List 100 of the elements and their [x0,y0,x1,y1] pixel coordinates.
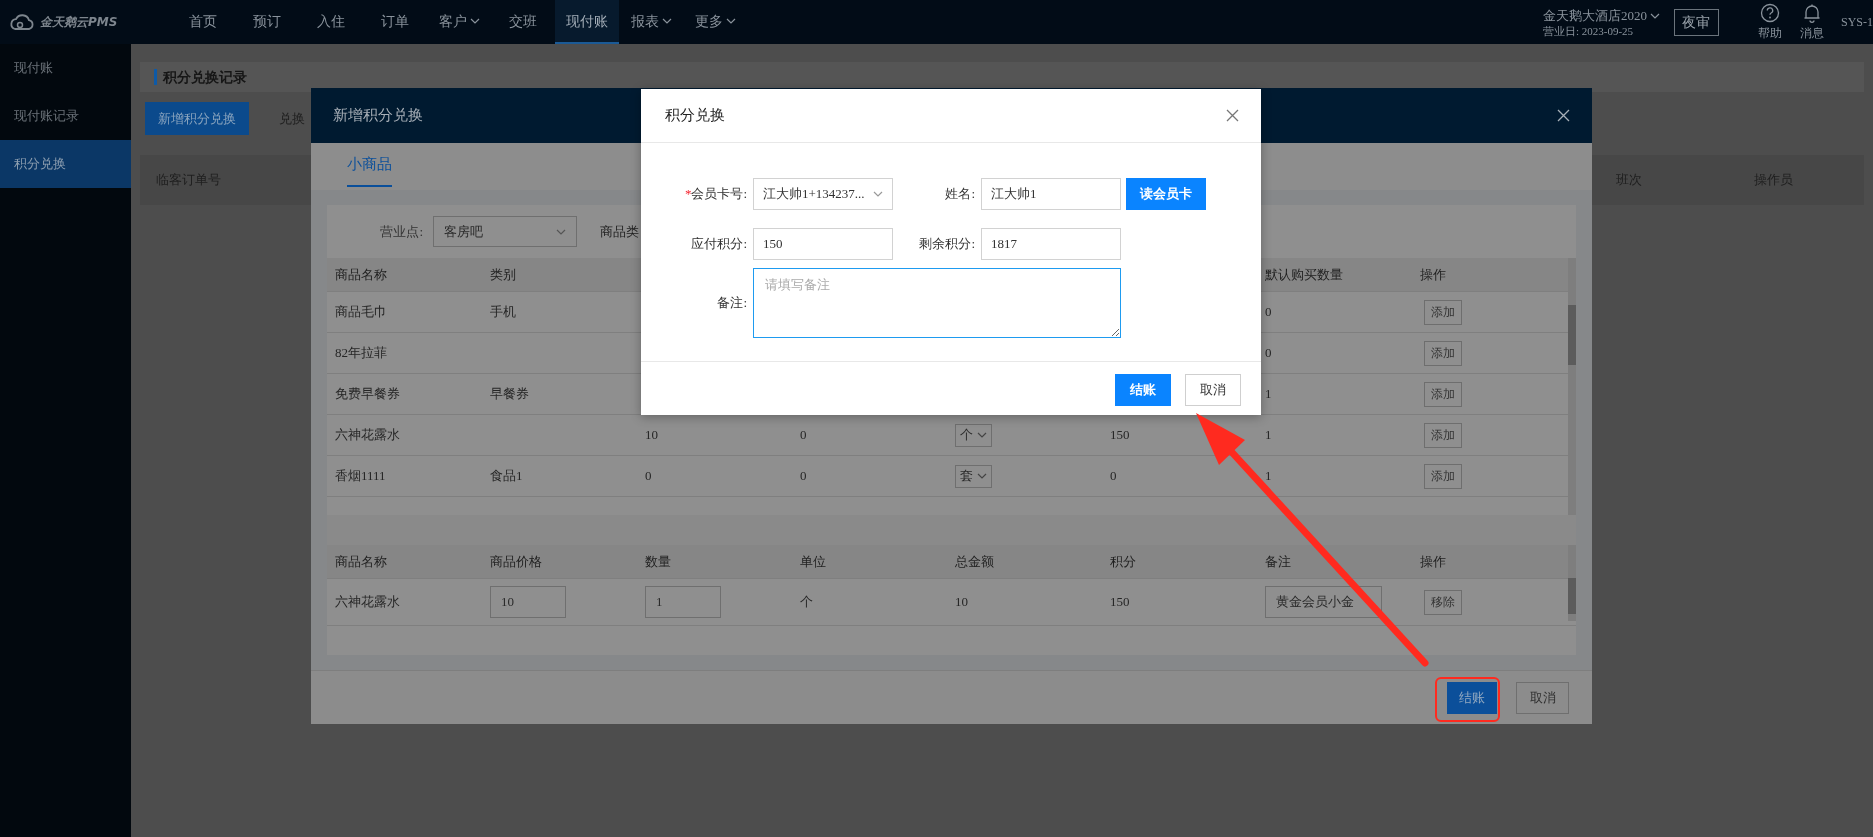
table-cell-text: 早餐券 [489,385,530,404]
dialog-title: 积分兑换 [665,106,725,126]
unit-select[interactable]: 套 [955,464,992,488]
table-cell-text: 六神花露水 [334,593,401,612]
menu-item[interactable]: 订单 [363,0,427,44]
table-cell-text: 150 [1109,593,1131,612]
table-cell-text: 0 [1264,303,1273,322]
checkout-button[interactable]: 结账 [1447,681,1497,714]
table-cell-text: 0 [1264,344,1273,363]
menu-item[interactable]: 报表 [619,0,683,44]
table-cell-text: 10 [954,593,969,612]
table-cell-text: 香烟1111 [334,467,387,486]
table-cell-text: 82年拉菲 [334,344,388,363]
table-cell-text: 个 [799,593,814,612]
caret-icon [1650,12,1660,19]
close-icon[interactable] [1226,109,1239,122]
column-header: 商品价格 [489,552,543,571]
column-header: 商品名称 [334,552,388,571]
name-label: 姓名: [944,185,975,204]
member-card-select[interactable]: 江大帅1+134237... [753,178,893,210]
table-cell-text: 1 [1264,467,1273,486]
menu-item[interactable]: 入住 [299,0,363,44]
remaining-points-label: 剩余积分: [918,235,975,254]
outlet-select[interactable]: 客房吧 [433,216,577,247]
column-header: 操作 [1419,265,1447,284]
scrollbar-thumb[interactable] [1568,578,1576,614]
messages-button[interactable]: 消息 [1791,2,1833,42]
table-cell-text: 0 [799,467,808,486]
caret-icon [556,228,566,235]
member-card-label: 会员卡号: [691,186,747,202]
name-input[interactable]: 江大帅1 [981,178,1121,210]
remark-label: 备注: [716,294,747,313]
table-cell-text: 0 [1109,467,1118,486]
table-cell-text: 六神花露水 [334,426,401,445]
caret-icon [977,473,987,479]
page-title: 积分兑换记录 [163,68,247,87]
outlet-label: 营业点: [379,222,424,241]
table-cell-text: 150 [1109,426,1131,445]
category-label: 商品类 [600,222,639,241]
add-button[interactable]: 添加 [1424,422,1462,448]
menu-item[interactable]: 首页 [171,0,235,44]
column-header: 类别 [489,265,517,284]
table-cell-text: 1 [1264,385,1273,404]
user-name[interactable]: SYS-1 [1841,13,1873,31]
caret-icon [873,191,883,197]
table-cell-text: 免费早餐券 [334,385,401,404]
table-cell-text: 0 [644,467,653,486]
remark-input[interactable]: 黄金会员小金 [1265,586,1382,618]
scrollbar-thumb[interactable] [1568,305,1576,365]
remove-button[interactable]: 移除 [1424,589,1462,615]
unit-select[interactable]: 个 [955,423,992,447]
table-cell-text: 食品1 [489,467,524,486]
night-audit-button[interactable]: 夜审 [1674,8,1719,36]
add-button[interactable]: 添加 [1424,299,1462,325]
close-icon[interactable] [1557,109,1570,122]
read-card-button[interactable]: 读会员卡 [1126,178,1206,210]
menu-item[interactable]: 现付账 [555,0,619,44]
required-mark: * [684,186,692,202]
table-cell-text: 0 [799,426,808,445]
menu-item[interactable]: 客户 [427,0,491,44]
menu-item[interactable]: 交班 [491,0,555,44]
column-header: 总金额 [954,552,995,571]
help-icon [1760,2,1780,23]
checkout-button[interactable]: 结账 [1115,374,1171,406]
add-button[interactable]: 添加 [1424,463,1462,489]
column-header: 备注 [1264,552,1292,571]
add-button[interactable]: 添加 [1424,381,1462,407]
payable-points-label: 应付积分: [690,235,747,254]
price-input[interactable]: 10 [490,586,566,618]
column-header: 积分 [1109,552,1137,571]
table-cell-text: 手机 [489,303,517,322]
add-exchange-button[interactable]: 新增积分兑换 [145,102,249,135]
menu-item[interactable]: 更多 [683,0,747,44]
cancel-button[interactable]: 取消 [1516,681,1569,714]
cloud-logo-icon [8,13,36,31]
hotel-selector[interactable]: 金天鹅大酒店2020 [1543,5,1660,26]
payable-points-input[interactable]: 150 [753,228,893,260]
table-cell-text: 10 [644,426,659,445]
highlight-frame [1435,677,1500,722]
column-header: 数量 [644,552,672,571]
remark-textarea[interactable]: 请填写备注 [753,268,1121,338]
sidebar-item[interactable]: 现付账记录 [0,92,131,140]
add-button[interactable]: 添加 [1424,340,1462,366]
table-cell-text: 1 [1264,426,1273,445]
column-header: 单位 [799,552,827,571]
table-cell-text: 商品毛巾 [334,303,388,322]
menu-item[interactable]: 预订 [235,0,299,44]
quantity-input[interactable]: 1 [645,586,721,618]
tab[interactable]: 小商品 [347,143,392,187]
bell-icon [1802,2,1822,23]
column-header: 操作 [1419,552,1447,571]
sidebar-item[interactable]: 现付账 [0,44,131,92]
cancel-button[interactable]: 取消 [1185,374,1241,406]
logo-text: 金天鹅云PMS [40,14,118,31]
help-button[interactable]: 帮助 [1749,2,1791,42]
modal-title: 新增积分兑换 [333,106,423,126]
remaining-points-input[interactable]: 1817 [981,228,1121,260]
business-day-text: 营业日: 2023-09-25 [1543,25,1635,39]
column-header: 商品名称 [334,265,388,284]
sidebar-item[interactable]: 积分兑换 [0,140,131,188]
